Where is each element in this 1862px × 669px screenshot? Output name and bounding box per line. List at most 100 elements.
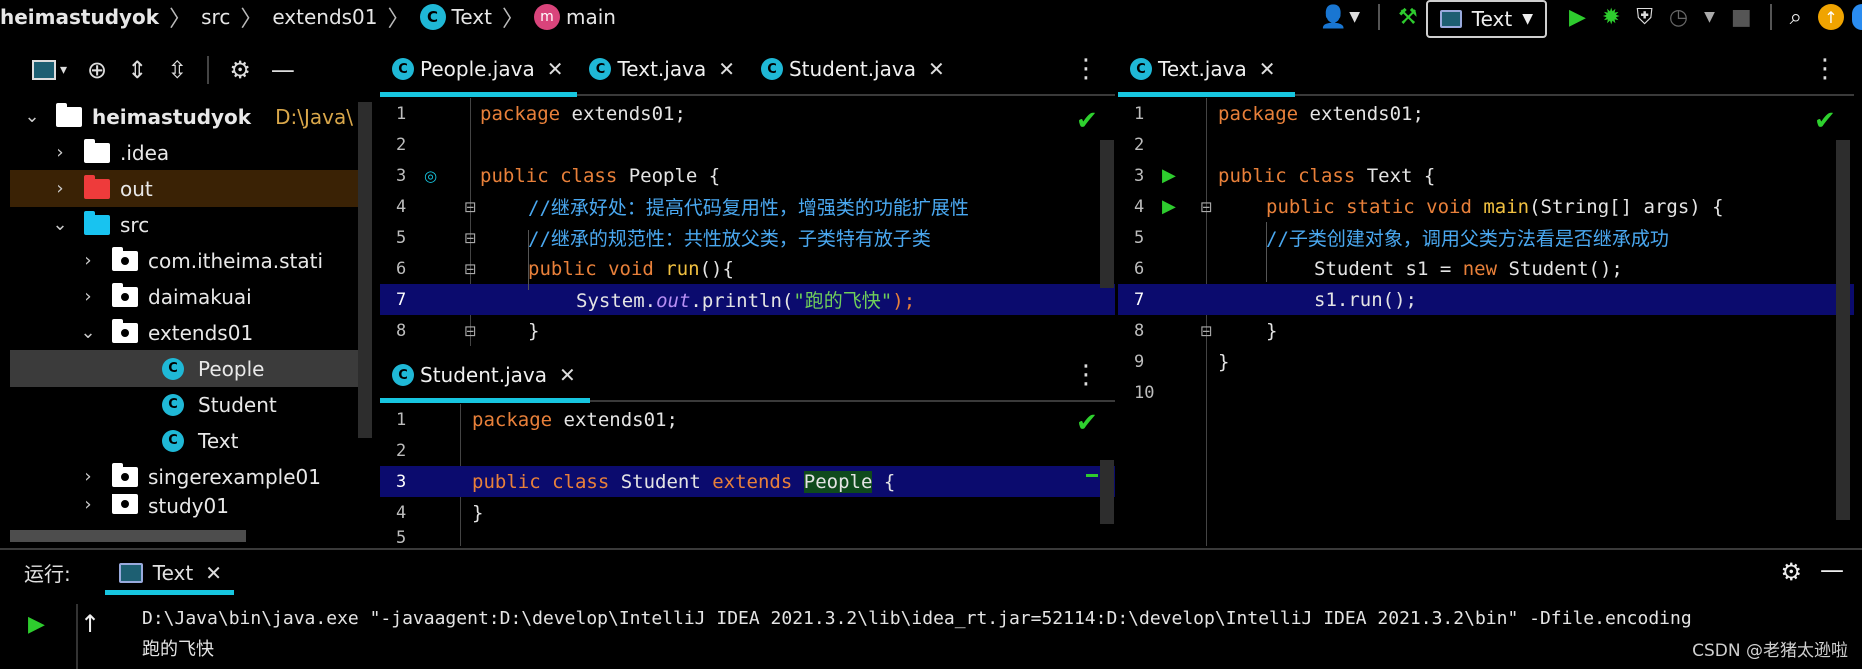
chevron-down-icon[interactable]: ⌄ [50, 214, 70, 235]
collapse-all-icon[interactable]: ⇳ [167, 56, 187, 84]
tree-item-package[interactable]: › daimakuai [10, 278, 360, 315]
tree-item-class-student[interactable]: C Student [10, 386, 360, 423]
chevron-down-icon[interactable]: ⌄ [78, 322, 98, 343]
error-stripe-mark[interactable] [1086, 474, 1098, 477]
chevron-right-icon[interactable]: › [50, 178, 70, 199]
close-icon[interactable]: ✕ [718, 57, 735, 81]
more-options-icon[interactable]: ⋮ [1812, 56, 1838, 82]
coverage-icon[interactable]: ⛨ [1628, 0, 1661, 34]
run-gutter-icon[interactable]: ▶ [1162, 165, 1176, 186]
vertical-scrollbar[interactable] [358, 102, 372, 438]
close-icon[interactable]: ✕ [559, 363, 576, 387]
breadcrumb-package[interactable]: extends01 [272, 5, 377, 29]
identifier: .println( [690, 290, 794, 312]
line-number: 1 [396, 103, 407, 124]
tree-item-class-text[interactable]: C Text [10, 422, 360, 459]
close-icon[interactable]: ✕ [1259, 57, 1276, 81]
close-icon[interactable]: ✕ [928, 57, 945, 81]
chevron-right-icon[interactable]: › [50, 142, 70, 163]
more-options-icon[interactable]: ⋮ [1073, 362, 1099, 388]
stop-icon[interactable]: ■ [1723, 0, 1760, 34]
fold-icon[interactable]: ⊟ [464, 322, 477, 340]
expand-all-icon[interactable]: ⇕ [127, 56, 147, 84]
ide-logo-icon[interactable] [1852, 0, 1862, 34]
code-line: 1 package extends01; [1118, 98, 1854, 129]
fold-icon[interactable]: ⊟ [464, 198, 477, 216]
tab-student-java[interactable]: C Student.java ✕ [749, 44, 959, 95]
tree-item-package[interactable]: › study01 [10, 494, 360, 522]
vertical-scrollbar[interactable] [1836, 140, 1850, 520]
debug-icon[interactable]: ✹ [1594, 0, 1628, 34]
code-line: 1 package extends01; [380, 404, 1115, 435]
tab-text-java[interactable]: C Text.java ✕ [1118, 44, 1296, 97]
code-area[interactable]: 1 package extends01; 2 3 ▶ public class … [1118, 98, 1854, 546]
profile-icon[interactable]: ◷ [1661, 0, 1696, 34]
close-icon[interactable]: ✕ [547, 57, 564, 81]
tree-item-src[interactable]: ⌄ src [10, 206, 360, 243]
no-errors-check-icon[interactable]: ✔ [1814, 106, 1836, 136]
close-icon[interactable]: ✕ [205, 561, 222, 585]
vertical-scrollbar[interactable] [1100, 140, 1114, 288]
code-text: public class People { [480, 165, 720, 187]
tree-item-out[interactable]: › out [10, 170, 360, 207]
breadcrumb-project[interactable]: heimastudyok [0, 5, 159, 29]
class-icon: C [392, 364, 414, 386]
no-errors-check-icon[interactable]: ✔ [1076, 408, 1098, 438]
tab-text-java[interactable]: C Text.java ✕ [577, 44, 748, 95]
run-gutter-icon[interactable]: ▶ [1162, 196, 1176, 217]
implemented-icon[interactable]: ◎ [424, 167, 437, 185]
chevron-down-icon[interactable]: ⌄ [22, 106, 42, 127]
breadcrumb-class[interactable]: Text [452, 5, 492, 29]
chevron-right-icon[interactable]: › [78, 494, 98, 515]
view-mode-icon[interactable]: ▾ [32, 60, 67, 80]
tree-item-class-people[interactable]: C People [10, 350, 360, 387]
minimize-icon[interactable]: — [1820, 556, 1844, 584]
fold-icon[interactable]: ⊟ [1200, 322, 1213, 340]
comment: //子类创建对象，调用父类方法看是否继承成功 [1266, 228, 1669, 250]
user-icon[interactable]: 👤 ▼ [1312, 0, 1368, 34]
search-icon[interactable]: ⌕ [1782, 0, 1810, 34]
tree-root-path: D:\Java\ [275, 104, 353, 129]
breadcrumb-src[interactable]: src [201, 5, 230, 29]
code-area[interactable]: 1 package extends01; 2 3 public class St… [380, 404, 1115, 546]
code-line: 4 ⊟ //继承好处：提高代码复用性，增强类的功能扩展性 [380, 191, 1115, 222]
chevron-right-icon[interactable]: › [78, 466, 98, 487]
tab-people-java[interactable]: C People.java ✕ [380, 44, 578, 97]
arrow-up-icon[interactable]: ↑ [80, 610, 100, 638]
tree-item-package[interactable]: › singerexample01 [10, 458, 360, 495]
tree-item-label: study01 [148, 494, 229, 518]
keyword: package [472, 408, 553, 431]
keyword: extends [712, 470, 793, 493]
minimize-icon[interactable]: — [271, 56, 295, 84]
no-errors-check-icon[interactable]: ✔ [1076, 106, 1098, 136]
tree-item-idea[interactable]: › .idea [10, 134, 360, 171]
vertical-scrollbar[interactable] [1100, 460, 1114, 524]
run-tab-text[interactable]: Text ✕ [104, 550, 235, 595]
build-hammer-icon[interactable]: ⚒ [1390, 0, 1426, 34]
tree-item-package[interactable]: ⌄ extends01 [10, 314, 360, 351]
identifier: extends01; [552, 408, 678, 431]
more-options-icon[interactable]: ⋮ [1073, 56, 1099, 82]
more-run-icon[interactable]: ▼ [1696, 0, 1723, 34]
method-icon: m [534, 4, 560, 30]
code-text: public class Student extends People { [472, 470, 895, 493]
fold-icon[interactable]: ⊟ [1200, 198, 1213, 216]
run-configuration-select[interactable]: Text ▼ [1425, 0, 1548, 38]
source-folder-icon [84, 210, 110, 235]
fold-icon[interactable]: ⊟ [464, 229, 477, 247]
code-area[interactable]: 1 package extends01; 2 3 ◎ public class … [380, 98, 1115, 346]
chevron-right-icon[interactable]: › [78, 250, 98, 271]
update-icon[interactable]: ↑ [1810, 0, 1852, 34]
gear-icon[interactable]: ⚙ [229, 56, 251, 84]
run-icon[interactable]: ▶ [1561, 0, 1594, 34]
tree-root[interactable]: ⌄ heimastudyok D:\Java\ [10, 98, 360, 135]
gear-icon[interactable]: ⚙ [1780, 558, 1802, 586]
tree-item-package[interactable]: › com.itheima.stati [10, 242, 360, 279]
locate-icon[interactable]: ⊕ [87, 56, 107, 84]
breadcrumb-method[interactable]: main [566, 5, 616, 29]
horizontal-scrollbar[interactable] [10, 530, 246, 542]
rerun-icon[interactable]: ▶ [28, 612, 45, 637]
tab-student-java[interactable]: C Student.java ✕ [380, 350, 590, 403]
chevron-right-icon[interactable]: › [78, 286, 98, 307]
fold-icon[interactable]: ⊟ [464, 260, 477, 278]
